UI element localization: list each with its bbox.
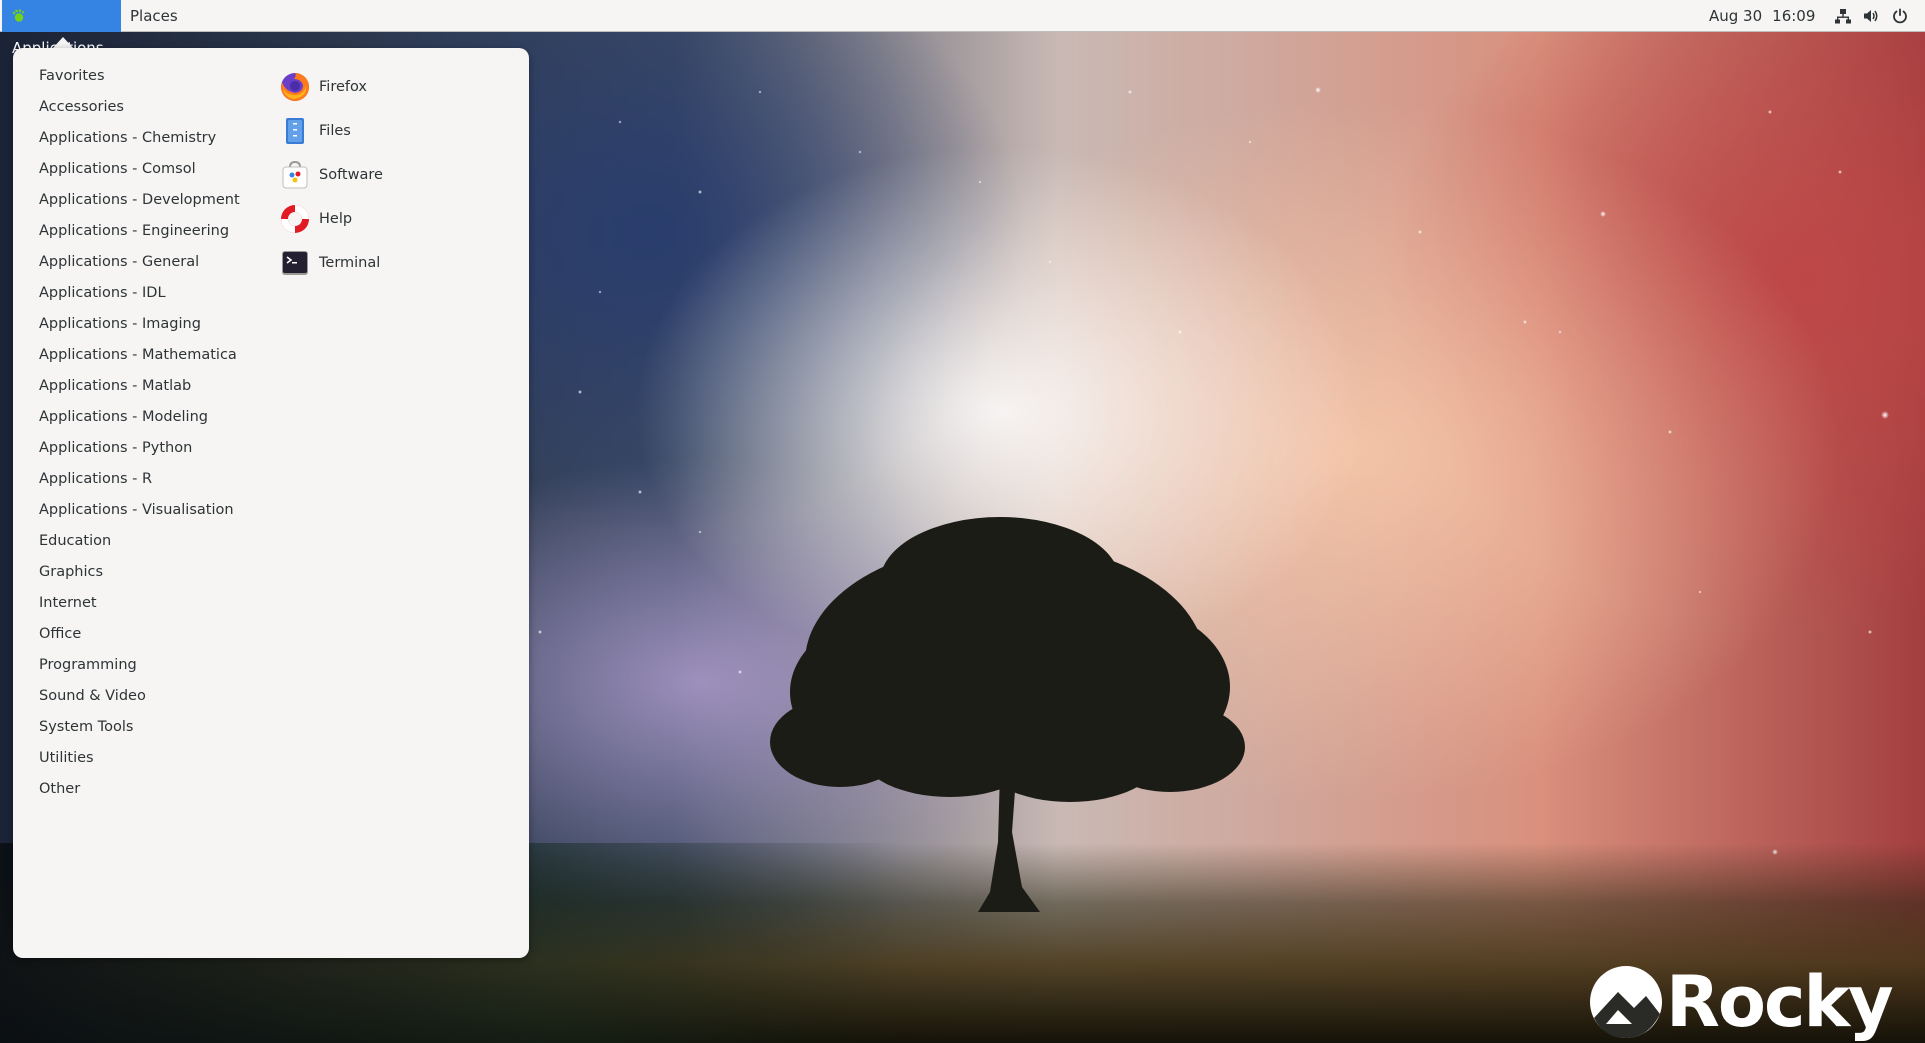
category-matlab[interactable]: Applications - Matlab (13, 371, 273, 402)
category-system-tools[interactable]: System Tools (13, 712, 273, 743)
category-programming[interactable]: Programming (13, 650, 273, 681)
app-firefox-label: Firefox (319, 79, 367, 95)
gnome-foot-icon (12, 9, 24, 22)
category-python[interactable]: Applications - Python (13, 433, 273, 464)
places-menu-button[interactable]: Places (121, 0, 187, 32)
wallpaper-tree (770, 517, 1245, 912)
applications-menu-button[interactable]: Applications (2, 0, 121, 57)
app-help-label: Help (319, 211, 353, 227)
rocky-logo: Rocky (1588, 962, 1894, 1042)
app-software[interactable]: Software (278, 153, 518, 197)
category-sound-video[interactable]: Sound & Video (13, 681, 273, 712)
category-modeling[interactable]: Applications - Modeling (13, 402, 273, 433)
category-mathematica[interactable]: Applications - Mathematica (13, 340, 273, 371)
category-other[interactable]: Other (13, 774, 273, 805)
app-firefox[interactable]: Firefox (278, 65, 518, 109)
app-terminal[interactable]: Terminal (278, 241, 518, 285)
firefox-icon (278, 70, 312, 104)
applications-menu: Favorites Accessories Applications - Che… (13, 48, 529, 958)
places-menu-label: Places (130, 7, 178, 25)
category-engineering[interactable]: Applications - Engineering (13, 216, 273, 247)
category-comsol[interactable]: Applications - Comsol (13, 154, 273, 185)
files-icon (278, 114, 312, 148)
category-development[interactable]: Applications - Development (13, 185, 273, 216)
clock[interactable]: Aug 30 16:09 (1700, 0, 1824, 32)
power-icon[interactable] (1891, 7, 1909, 25)
app-files-label: Files (319, 123, 351, 139)
category-accessories[interactable]: Accessories (13, 92, 273, 123)
category-office[interactable]: Office (13, 619, 273, 650)
category-idl[interactable]: Applications - IDL (13, 278, 273, 309)
software-icon (278, 158, 312, 192)
category-general[interactable]: Applications - General (13, 247, 273, 278)
category-list: Favorites Accessories Applications - Che… (13, 61, 273, 805)
category-chemistry[interactable]: Applications - Chemistry (13, 123, 273, 154)
clock-time: 16:09 (1772, 7, 1816, 25)
top-bar: Applications Places Aug 30 16:09 (0, 0, 1925, 57)
help-icon (278, 202, 312, 236)
clock-date: Aug 30 (1709, 7, 1763, 25)
category-utilities[interactable]: Utilities (13, 743, 273, 774)
network-icon[interactable] (1834, 7, 1852, 25)
rocky-logo-text: Rocky (1666, 961, 1894, 1043)
app-help[interactable]: Help (278, 197, 518, 241)
category-imaging[interactable]: Applications - Imaging (13, 309, 273, 340)
app-files[interactable]: Files (278, 109, 518, 153)
category-internet[interactable]: Internet (13, 588, 273, 619)
category-favorites[interactable]: Favorites (13, 61, 273, 92)
category-r[interactable]: Applications - R (13, 464, 273, 495)
app-terminal-label: Terminal (319, 255, 381, 271)
app-list: Firefox Files Software Help Terminal (278, 65, 518, 285)
volume-icon[interactable] (1862, 7, 1880, 25)
app-software-label: Software (319, 167, 383, 183)
category-education[interactable]: Education (13, 526, 273, 557)
category-visualisation[interactable]: Applications - Visualisation (13, 495, 273, 526)
terminal-icon (278, 246, 312, 280)
category-graphics[interactable]: Graphics (13, 557, 273, 588)
